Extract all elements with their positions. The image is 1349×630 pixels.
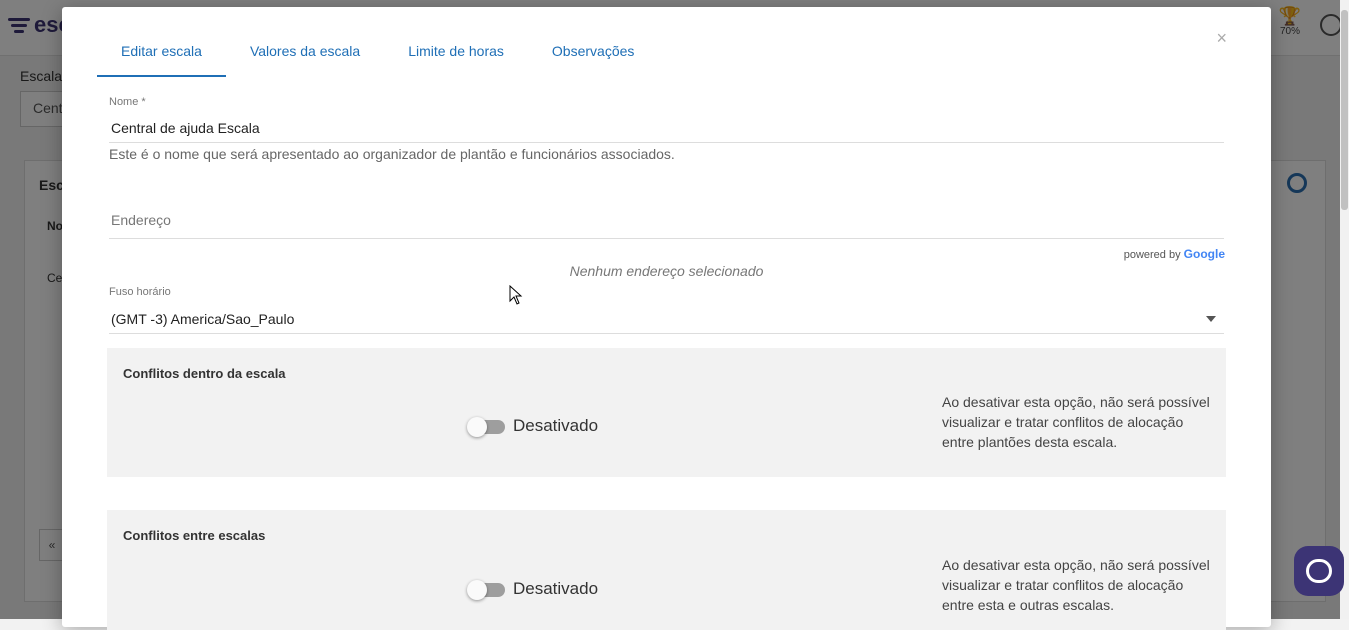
toggle-label: Desativado (513, 416, 599, 435)
page-scroll-thumb[interactable] (1341, 10, 1348, 210)
timezone-select[interactable]: (GMT -3) America/Sao_Paulo (109, 298, 1224, 334)
no-address-message: Nenhum endereço selecionado (569, 263, 764, 279)
address-input[interactable]: Endereço (109, 208, 1224, 239)
conflicts-between-toggle[interactable] (467, 580, 505, 600)
close-button[interactable]: × (1216, 29, 1227, 47)
google-logo: Google (1183, 247, 1225, 261)
panel-conflicts-within: Conflitos dentro da escala Desativado Ao… (107, 348, 1226, 477)
panel-title: Conflitos dentro da escala (123, 366, 286, 381)
name-field-group: Nome * Central de ajuda Escala Este é o … (109, 96, 1224, 162)
caret-down-icon (1206, 316, 1216, 322)
panel-title: Conflitos entre escalas (123, 528, 266, 543)
tab-editar-escala[interactable]: Editar escala (97, 33, 226, 77)
powered-by-text: powered by (1123, 249, 1181, 261)
name-label: Nome * (109, 96, 146, 108)
timezone-label: Fuso horário (109, 286, 171, 298)
name-hint: Este é o nome que será apresentado ao or… (109, 146, 675, 162)
modal-tabs: Editar escala Valores da escala Limite d… (97, 33, 658, 77)
panel-description: Ao desativar esta opção, não será possív… (942, 557, 1210, 613)
name-input[interactable]: Central de ajuda Escala (109, 108, 1224, 143)
tab-observacoes[interactable]: Observações (528, 33, 658, 75)
toggle-label: Desativado (513, 579, 599, 598)
panel-description: Ao desativar esta opção, não será possív… (942, 394, 1210, 450)
chat-icon (1306, 559, 1332, 583)
timezone-value: (GMT -3) America/Sao_Paulo (111, 311, 295, 327)
toggle-knob (467, 417, 487, 437)
tab-limite-de-horas[interactable]: Limite de horas (384, 33, 528, 75)
tab-valores-da-escala[interactable]: Valores da escala (226, 33, 384, 75)
panel-conflicts-between: Conflitos entre escalas Desativado Ao de… (107, 510, 1226, 630)
address-field-group: Endereço (109, 208, 1224, 239)
chat-button[interactable] (1294, 546, 1344, 596)
mouse-cursor-icon (509, 285, 523, 305)
powered-by-google: powered by Google (1124, 247, 1225, 261)
toggle-knob (467, 580, 487, 600)
conflicts-within-toggle[interactable] (467, 417, 505, 437)
edit-scale-modal: × Editar escala Valores da escala Limite… (62, 7, 1271, 630)
timezone-field-group: Fuso horário (GMT -3) America/Sao_Paulo (109, 286, 1224, 334)
